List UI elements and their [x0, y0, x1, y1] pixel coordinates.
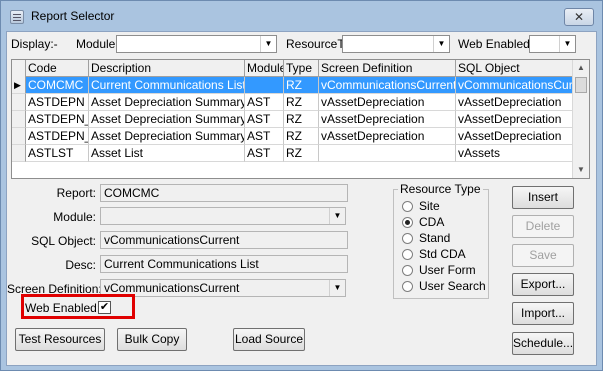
- module-dropdown[interactable]: ▼: [100, 207, 346, 225]
- chevron-down-icon: ▼: [260, 36, 276, 52]
- cell-sql-object[interactable]: vAssets: [456, 145, 578, 162]
- cell-module[interactable]: AST: [245, 111, 284, 128]
- cell-sql-object[interactable]: vAssetDepreciation: [456, 94, 578, 111]
- row-indicator: [12, 145, 26, 162]
- report-selector-window: Report Selector ✕ Display:- Module: ▼ Re…: [0, 0, 603, 371]
- insert-button[interactable]: Insert: [512, 186, 574, 209]
- radio-user-form[interactable]: User Form: [402, 263, 476, 277]
- filter-module-dropdown[interactable]: ▼: [116, 35, 277, 53]
- cell-description[interactable]: Current Communications List: [89, 77, 245, 94]
- desc-field[interactable]: Current Communications List: [100, 255, 348, 273]
- filter-resource-dropdown[interactable]: ▼: [342, 35, 450, 53]
- cell-code[interactable]: ASTDEPN: [26, 94, 89, 111]
- client-area: Display:- Module: ▼ ResourceT ▼ Web Enab…: [6, 31, 597, 366]
- cell-screen-definition[interactable]: [319, 145, 456, 162]
- cell-sql-object[interactable]: vAssetDepreciation: [456, 111, 578, 128]
- cell-screen-definition[interactable]: vAssetDepreciation: [319, 94, 456, 111]
- chevron-down-icon: ▼: [329, 208, 345, 224]
- cell-description[interactable]: Asset Depreciation Summary: [89, 128, 245, 145]
- radio-user-search[interactable]: User Search: [402, 279, 486, 293]
- cell-type[interactable]: RZ: [284, 94, 319, 111]
- cell-code[interactable]: COMCMC: [26, 77, 89, 94]
- scroll-down-icon[interactable]: ▼: [573, 162, 589, 178]
- radio-icon: [402, 201, 413, 212]
- row-indicator: [12, 94, 26, 111]
- sql-object-label: SQL Object:: [31, 234, 96, 248]
- report-field[interactable]: COMCMC: [100, 184, 348, 202]
- title-bar: Report Selector ✕: [1, 1, 602, 31]
- row-pointer-icon: ▶: [12, 77, 26, 94]
- highlight-box: [21, 294, 135, 319]
- window-title: Report Selector: [31, 9, 115, 23]
- radio-cda[interactable]: CDA: [402, 215, 444, 229]
- sql-object-field[interactable]: vCommunicationsCurrent: [100, 231, 348, 249]
- screen-definition-dropdown[interactable]: vCommunicationsCurrent ▼: [100, 279, 346, 297]
- app-icon: [10, 10, 24, 24]
- chevron-down-icon: ▼: [329, 280, 345, 296]
- module-label: Module:: [53, 210, 96, 224]
- column-header-sql-object[interactable]: SQL Object: [456, 60, 578, 77]
- report-label: Report:: [56, 186, 96, 200]
- radio-icon: [402, 281, 413, 292]
- column-header-module[interactable]: Module: [245, 60, 284, 77]
- row-indicator: [12, 128, 26, 145]
- radio-icon: [402, 233, 413, 244]
- cell-description[interactable]: Asset Depreciation Summary: [89, 111, 245, 128]
- cell-module[interactable]: [245, 77, 284, 94]
- cell-type[interactable]: RZ: [284, 145, 319, 162]
- report-grid[interactable]: Code Description Module Type Screen Defi…: [11, 59, 590, 179]
- cell-screen-definition[interactable]: vAssetDepreciation: [319, 111, 456, 128]
- filter-web-enabled-label: Web Enabled:: [458, 37, 534, 51]
- radio-std-cda[interactable]: Std CDA: [402, 247, 466, 261]
- cell-module[interactable]: AST: [245, 145, 284, 162]
- row-indicator: [12, 111, 26, 128]
- radio-site[interactable]: Site: [402, 199, 440, 213]
- cell-description[interactable]: Asset List: [89, 145, 245, 162]
- cell-code[interactable]: ASTDEPN_v2: [26, 111, 89, 128]
- column-header-screen-definition[interactable]: Screen Definition: [319, 60, 456, 77]
- cell-sql-object[interactable]: vAssetDepreciation: [456, 128, 578, 145]
- display-label: Display:-: [11, 37, 58, 51]
- radio-icon: [402, 249, 413, 260]
- radio-stand[interactable]: Stand: [402, 231, 450, 245]
- grid-vertical-scrollbar[interactable]: ▲ ▼: [572, 60, 589, 178]
- bulk-copy-button[interactable]: Bulk Copy: [117, 328, 187, 351]
- chevron-down-icon: ▼: [559, 36, 575, 52]
- filter-web-enabled-dropdown[interactable]: ▼: [529, 35, 576, 53]
- cell-module[interactable]: AST: [245, 94, 284, 111]
- schedule-button[interactable]: Schedule...: [512, 332, 574, 355]
- column-header-code[interactable]: Code: [26, 60, 89, 77]
- cell-sql-object[interactable]: vCommunicationsCurrent: [456, 77, 578, 94]
- grid-header: Code Description Module Type Screen Defi…: [12, 60, 578, 77]
- radio-icon: [402, 265, 413, 276]
- cell-type[interactable]: RZ: [284, 77, 319, 94]
- filter-module-label: Module:: [76, 37, 119, 51]
- resource-type-title: Resource Type: [398, 182, 483, 196]
- scroll-thumb[interactable]: [575, 77, 587, 93]
- cell-code[interactable]: ASTDEPN_v3: [26, 128, 89, 145]
- scroll-up-icon[interactable]: ▲: [573, 60, 589, 76]
- header-indicator: [12, 60, 26, 77]
- cell-type[interactable]: RZ: [284, 128, 319, 145]
- radio-selected-icon: [402, 217, 413, 228]
- chevron-down-icon: ▼: [433, 36, 449, 52]
- cell-description[interactable]: Asset Depreciation Summary: [89, 94, 245, 111]
- desc-label: Desc:: [65, 258, 96, 272]
- filter-resource-label: ResourceT: [286, 37, 345, 51]
- import-button[interactable]: Import...: [512, 302, 574, 325]
- load-source-button[interactable]: Load Source: [233, 328, 305, 351]
- column-header-type[interactable]: Type: [284, 60, 319, 77]
- cell-screen-definition[interactable]: vCommunicationsCurrent: [319, 77, 456, 94]
- test-resources-button[interactable]: Test Resources: [15, 328, 105, 351]
- cell-module[interactable]: AST: [245, 128, 284, 145]
- resource-type-group: Resource Type Site CDA Stand Std CDA Use…: [393, 182, 489, 299]
- delete-button[interactable]: Delete: [512, 215, 574, 238]
- save-button[interactable]: Save: [512, 244, 574, 267]
- cell-type[interactable]: RZ: [284, 111, 319, 128]
- cell-screen-definition[interactable]: vAssetDepreciation: [319, 128, 456, 145]
- close-button[interactable]: ✕: [564, 8, 594, 26]
- cell-code[interactable]: ASTLST: [26, 145, 89, 162]
- column-header-description[interactable]: Description: [89, 60, 245, 77]
- export-button[interactable]: Export...: [512, 273, 574, 296]
